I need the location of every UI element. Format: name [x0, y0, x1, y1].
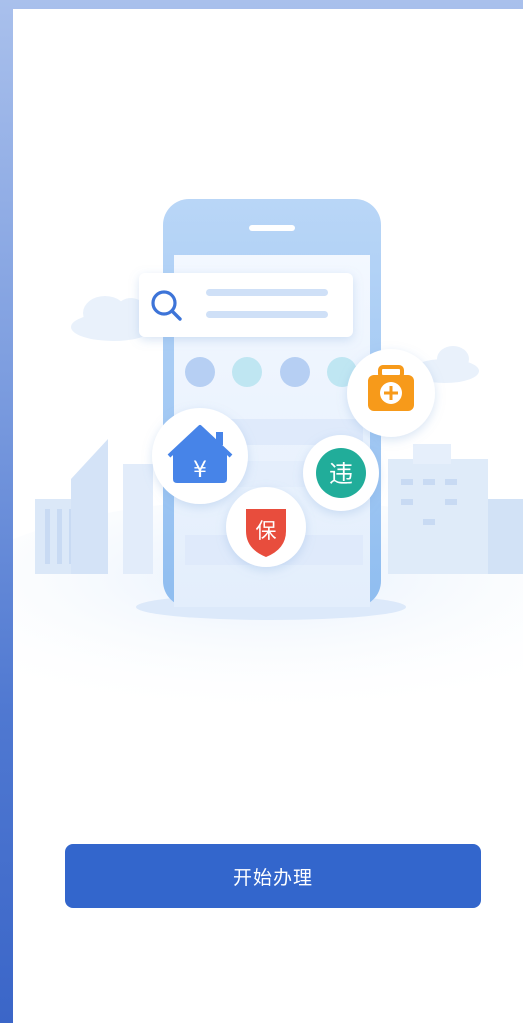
app-screen: ¥ 违 保 开始办理: [13, 9, 523, 1023]
house-yuan-icon: ¥: [152, 408, 248, 504]
insurance-shield-icon: 保: [226, 487, 306, 567]
service-illustration: ¥ 违 保: [13, 199, 523, 719]
svg-text:保: 保: [256, 519, 277, 543]
violation-icon: 违: [303, 435, 379, 511]
search-line: [206, 311, 328, 318]
search-bar-illustration: [139, 273, 353, 337]
search-line: [206, 289, 328, 296]
svg-text:¥: ¥: [193, 458, 207, 483]
svg-text:违: 违: [329, 460, 353, 488]
medical-kit-icon: [347, 349, 435, 437]
start-processing-button[interactable]: 开始办理: [65, 844, 481, 908]
